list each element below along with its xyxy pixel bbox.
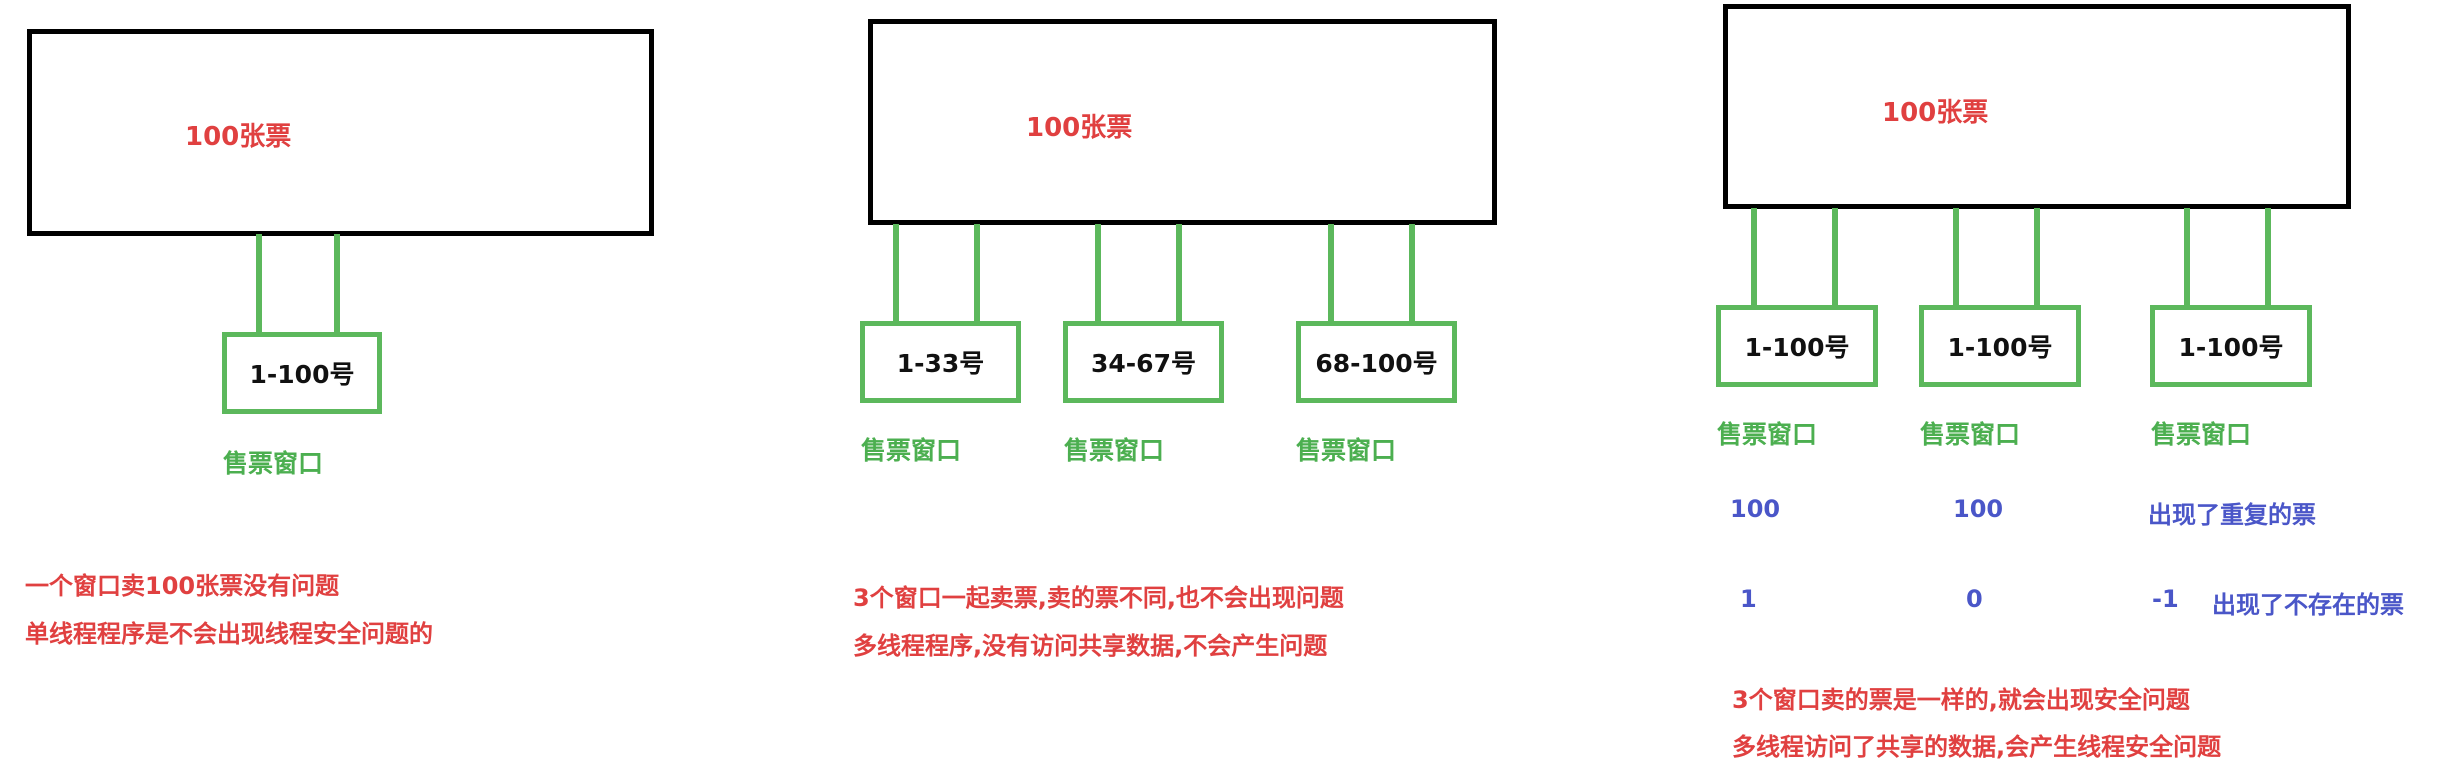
- sale-window-caption-3-1: 售票窗口: [1717, 420, 1818, 449]
- connector-3c: [1953, 208, 1959, 308]
- sale-window-3-3: 1-100号: [2150, 305, 2312, 387]
- ticket-pool-box-2: [868, 19, 1497, 225]
- connector-2b: [974, 224, 980, 324]
- ticket-value-3-2a: 100: [1953, 495, 2004, 523]
- note-1b: 单线程程序是不会出现线程安全问题的: [25, 620, 433, 648]
- connector-2e: [1328, 224, 1334, 324]
- ticket-value-3-1b: 1: [1740, 585, 1757, 613]
- note-2a: 3个窗口一起卖票,卖的票不同,也不会出现问题: [853, 584, 1344, 612]
- note-3a: 3个窗口卖的票是一样的,就会出现安全问题: [1732, 686, 2190, 714]
- sale-window-3-2: 1-100号: [1919, 305, 2081, 387]
- note-3b: 多线程访问了共享的数据,会产生线程安全问题: [1732, 733, 2222, 761]
- connector-3b: [1832, 208, 1838, 308]
- connector-1b: [334, 234, 340, 334]
- note-1a: 一个窗口卖100张票没有问题: [25, 572, 340, 600]
- sale-window-3-1: 1-100号: [1716, 305, 1878, 387]
- connector-3d: [2034, 208, 2040, 308]
- ticket-pool-box-3: [1723, 4, 2351, 209]
- sale-window-2-3: 68-100号: [1296, 321, 1457, 403]
- sale-window-2-2: 34-67号: [1063, 321, 1224, 403]
- ticket-pool-box-1: [27, 29, 654, 236]
- connector-3a: [1751, 208, 1757, 308]
- sale-window-caption-3-2: 售票窗口: [1920, 420, 2021, 449]
- sale-window-caption-2-1: 售票窗口: [861, 436, 962, 465]
- connector-3e: [2184, 208, 2190, 308]
- connector-3f: [2265, 208, 2271, 308]
- ticket-value-3-3c: 出现了不存在的票: [2212, 591, 2404, 619]
- sale-window-2-1: 1-33号: [860, 321, 1021, 403]
- note-2b: 多线程程序,没有访问共享数据,不会产生问题: [853, 632, 1328, 660]
- connector-2c: [1095, 224, 1101, 324]
- ticket-value-3-2b: 0: [1966, 585, 1983, 613]
- ticket-value-3-1a: 100: [1730, 495, 1781, 523]
- ticket-value-3-3a: 出现了重复的票: [2148, 501, 2316, 529]
- ticket-pool-label-2: 100张票: [1026, 113, 1133, 143]
- connector-2a: [893, 224, 899, 324]
- sale-window-caption-3-3: 售票窗口: [2151, 420, 2252, 449]
- sale-window-caption-2-3: 售票窗口: [1296, 436, 1397, 465]
- connector-1a: [256, 234, 262, 334]
- connector-2d: [1176, 224, 1182, 324]
- sale-window-1: 1-100号: [222, 332, 382, 414]
- sale-window-caption-2-2: 售票窗口: [1064, 436, 1165, 465]
- ticket-value-3-3b: -1: [2152, 585, 2179, 613]
- connector-2f: [1409, 224, 1415, 324]
- sale-window-caption-1: 售票窗口: [223, 449, 324, 478]
- ticket-pool-label-1: 100张票: [185, 122, 292, 152]
- ticket-pool-label-3: 100张票: [1882, 98, 1989, 128]
